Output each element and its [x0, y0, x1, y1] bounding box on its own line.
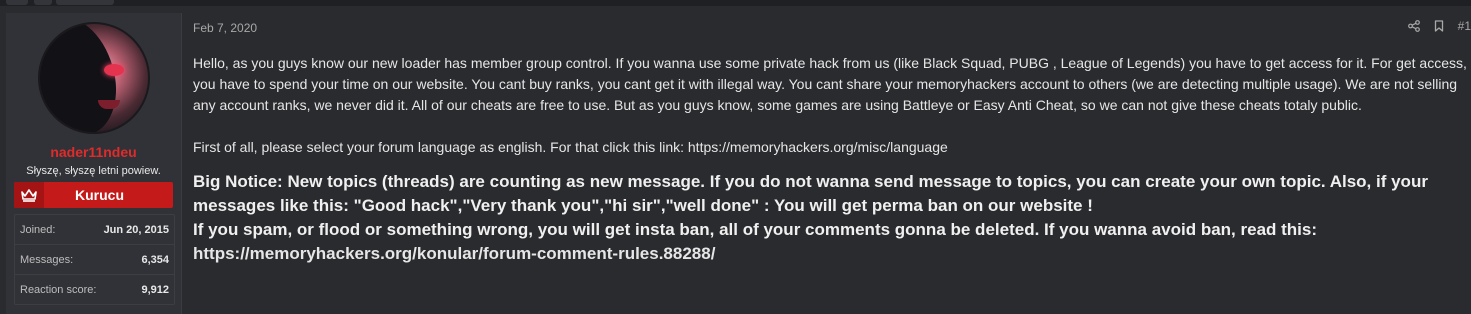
share-icon[interactable]	[1407, 20, 1420, 32]
notice-line-2: If you spam, or flood or something wrong…	[193, 220, 1318, 239]
stat-value: Jun 20, 2015	[103, 223, 169, 236]
user-stats: Joined: Jun 20, 2015 Messages: 6,354 Rea…	[14, 214, 175, 305]
crown-icon	[14, 182, 44, 208]
notice-line-1: Big Notice: New topics (threads) are cou…	[193, 172, 1428, 215]
stat-label: Reaction score:	[20, 283, 97, 296]
avatar-eye	[104, 64, 124, 76]
language-text: First of all, please select your forum l…	[193, 139, 688, 155]
post-body: Hello, as you guys know our new loader h…	[193, 53, 1471, 266]
username-link[interactable]: nader11ndeu	[6, 144, 181, 160]
stat-label: Messages:	[20, 253, 74, 266]
stat-label: Joined:	[20, 223, 56, 236]
bookmark-icon[interactable]	[1434, 20, 1444, 32]
language-link[interactable]: https://memoryhackers.org/misc/language	[688, 139, 948, 155]
intro-paragraph: Hello, as you guys know our new loader h…	[193, 55, 1467, 113]
rules-link[interactable]: https://memoryhackers.org/konular/forum-…	[193, 244, 715, 263]
top-tab[interactable]	[56, 0, 114, 5]
stat-value[interactable]: 6,354	[141, 254, 169, 266]
user-custom-title: Słyszę, słyszę letni powiew.	[26, 165, 161, 177]
post: Feb 7, 2020 #1 Hello, as you guys know o…	[193, 13, 1471, 314]
top-tab[interactable]	[34, 0, 52, 5]
avatar-hair	[40, 24, 126, 132]
top-strip	[0, 0, 1471, 6]
language-paragraph: First of all, please select your forum l…	[193, 137, 1471, 158]
group-banner-label: Kurucu	[75, 187, 124, 203]
post-date[interactable]: Feb 7, 2020	[193, 21, 257, 35]
user-sidebar: nader11ndeu Słyszę, słyszę letni powiew.…	[6, 13, 182, 314]
avatar[interactable]	[38, 22, 150, 134]
user-group-banner: Kurucu	[14, 182, 173, 208]
stat-row-joined: Joined: Jun 20, 2015	[15, 215, 174, 245]
avatar-mouth	[98, 100, 120, 109]
big-notice: Big Notice: New topics (threads) are cou…	[193, 170, 1471, 266]
stat-value: 9,912	[141, 283, 169, 296]
post-number[interactable]: #1	[1458, 19, 1471, 33]
stat-row-messages: Messages: 6,354	[15, 245, 174, 275]
post-actions: #1	[1407, 19, 1471, 33]
stat-row-reaction-score: Reaction score: 9,912	[15, 275, 174, 304]
top-tab[interactable]	[6, 0, 28, 5]
